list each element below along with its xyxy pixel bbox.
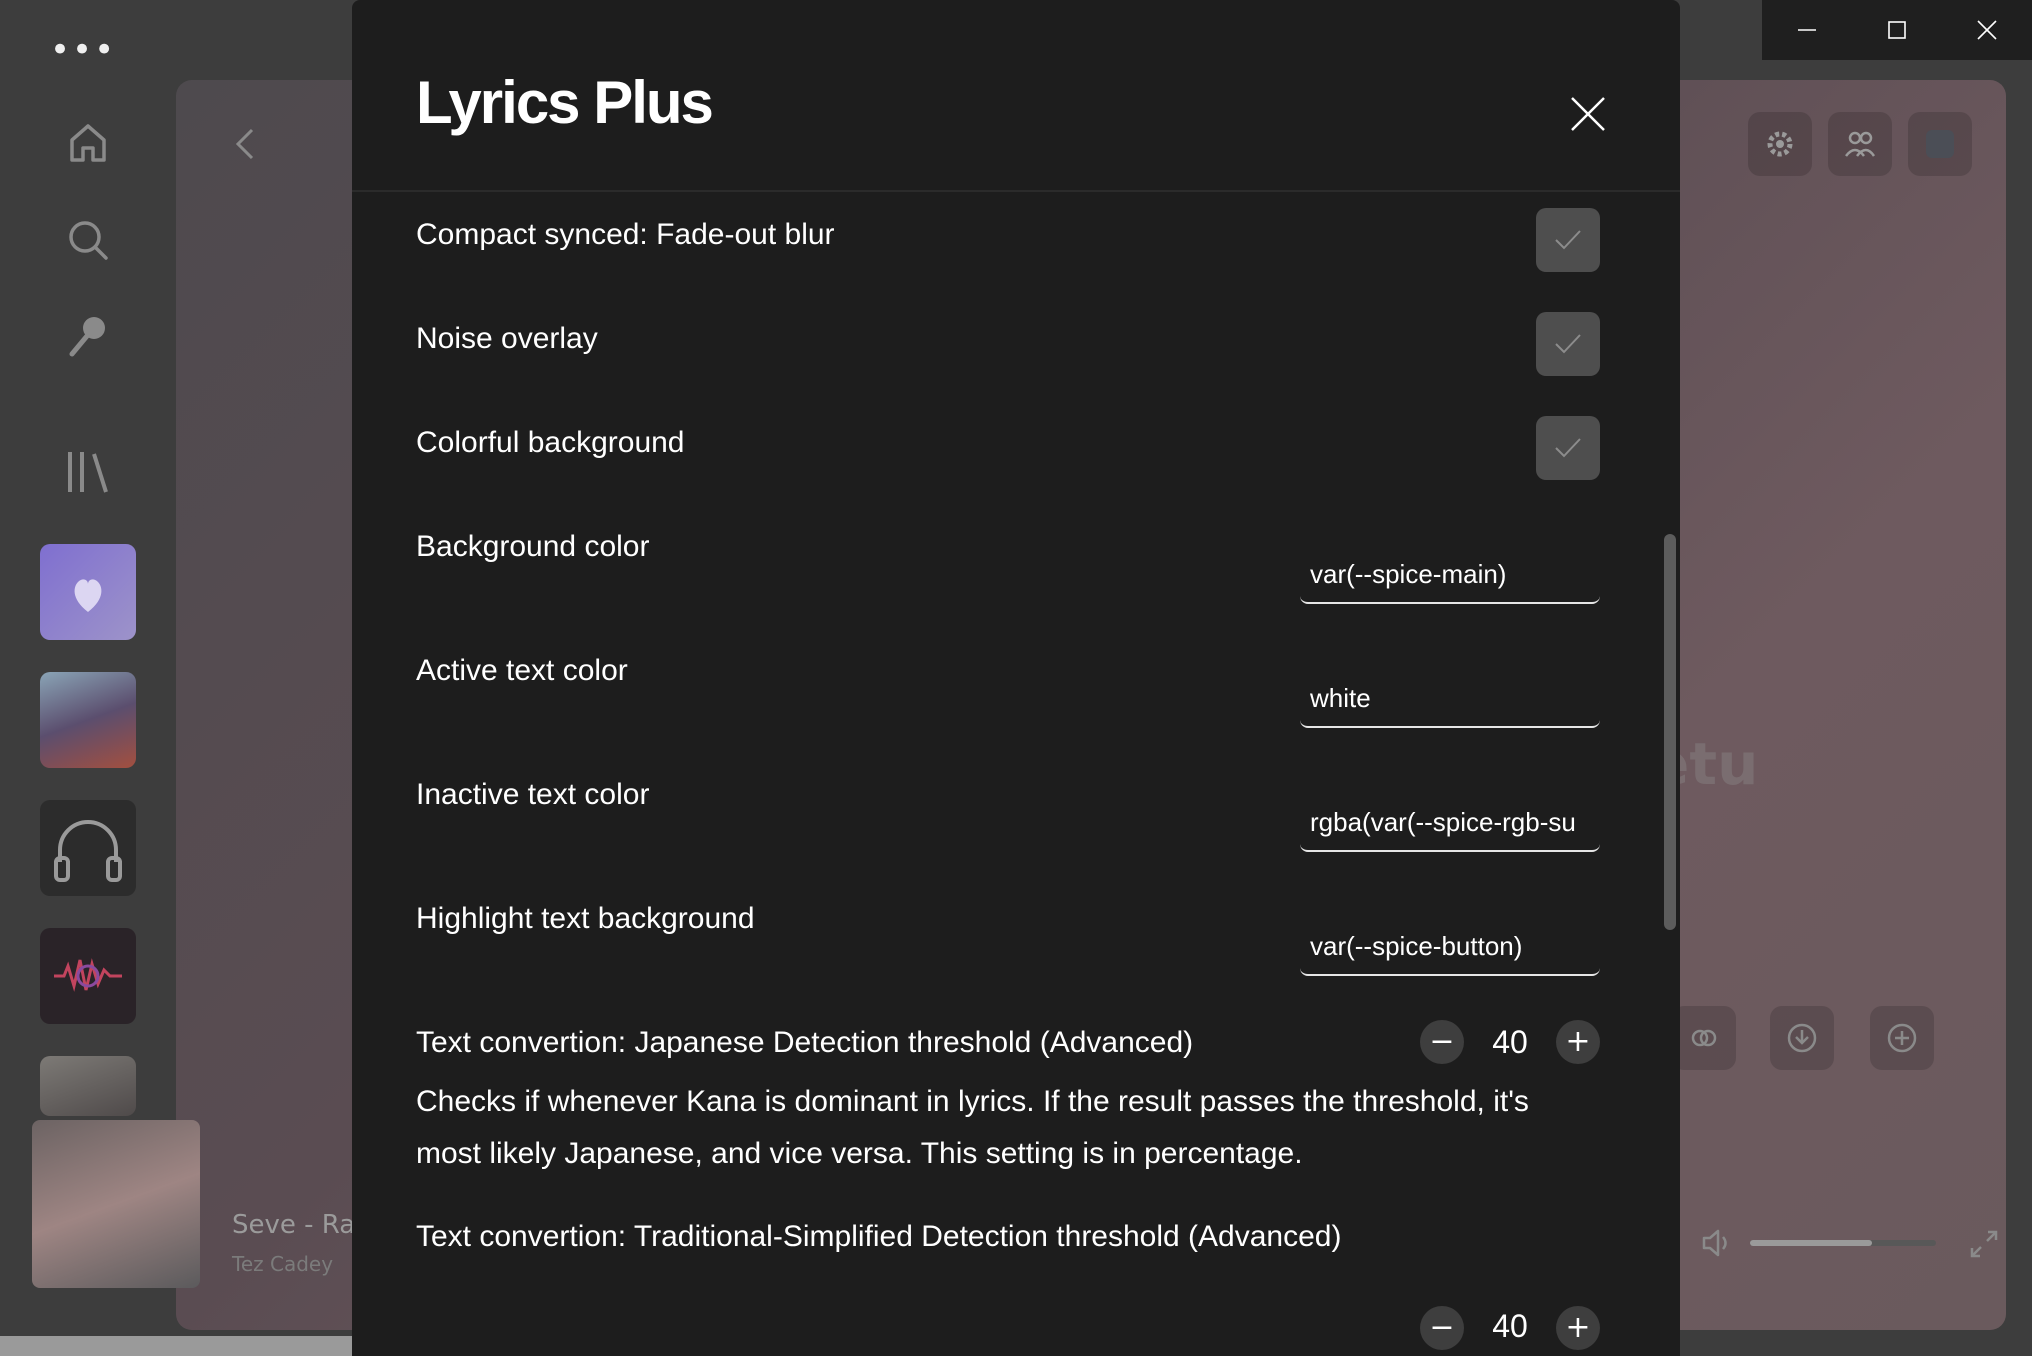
active-text-color-label: Active text color — [416, 654, 628, 687]
highlight-text-background-input[interactable] — [1300, 918, 1600, 976]
home-icon[interactable] — [64, 118, 112, 166]
window-close-button[interactable] — [1942, 0, 2032, 60]
avatar-image-icon — [1926, 130, 1954, 158]
friends-button[interactable] — [1828, 112, 1892, 176]
connect-button[interactable] — [1672, 1006, 1736, 1070]
checkmark-icon — [1555, 230, 1581, 250]
colorful-background-checkbox[interactable] — [1536, 416, 1600, 480]
dialog-scrollbar[interactable] — [1664, 534, 1676, 930]
add-button[interactable] — [1870, 1006, 1934, 1070]
soundwave-playlist-tile[interactable] — [40, 928, 136, 1024]
japanese-threshold-label: Text convertion: Japanese Detection thre… — [416, 1026, 1194, 1059]
soundwave-icon — [54, 958, 122, 992]
traditional-simplified-decrement-button[interactable]: − — [1420, 1306, 1464, 1350]
window-controls — [1762, 0, 2032, 60]
inactive-text-color-label: Inactive text color — [416, 778, 650, 811]
search-icon[interactable] — [64, 216, 112, 264]
active-text-color-input[interactable] — [1300, 670, 1600, 728]
minimize-icon — [1798, 29, 1816, 31]
background-color-input[interactable] — [1300, 546, 1600, 604]
volume-icon[interactable] — [1700, 1226, 1734, 1260]
back-arrow-icon[interactable] — [226, 124, 266, 164]
highlight-text-background-label: Highlight text background — [416, 902, 755, 935]
settings-button[interactable] — [1748, 112, 1812, 176]
minus-icon: − — [1429, 1024, 1455, 1059]
japanese-threshold-value: 40 — [1492, 1024, 1528, 1060]
fullscreen-icon[interactable] — [1968, 1228, 2000, 1260]
window-close-icon — [1977, 20, 1997, 40]
volume-slider[interactable] — [1750, 1240, 1936, 1246]
connect-icon — [1691, 1029, 1717, 1047]
download-button[interactable] — [1770, 1006, 1834, 1070]
plus-icon: + — [1565, 1310, 1591, 1345]
users-icon — [1845, 131, 1876, 157]
plus-icon: + — [1565, 1024, 1591, 1059]
now-playing-title[interactable]: Seve - Ra — [232, 1210, 355, 1240]
headphones-playlist-tile[interactable] — [40, 800, 136, 896]
japanese-threshold-increment-button[interactable]: + — [1556, 1020, 1600, 1064]
library-icon[interactable] — [64, 448, 112, 496]
checkmark-icon — [1555, 334, 1581, 354]
playlist-tile[interactable] — [40, 672, 136, 768]
minus-icon: − — [1429, 1310, 1455, 1345]
minimize-button[interactable] — [1762, 0, 1852, 60]
avatar[interactable] — [1908, 112, 1972, 176]
headphones-icon — [54, 820, 122, 882]
horizontal-scrollbar[interactable] — [0, 1336, 352, 1356]
maximize-icon — [1888, 21, 1906, 39]
dialog-header: Lyrics Plus — [352, 0, 1680, 192]
inactive-text-color-input[interactable] — [1300, 794, 1600, 852]
menu-dots-button[interactable]: ••• — [50, 30, 116, 70]
close-icon[interactable] — [1560, 86, 1616, 142]
heart-icon — [74, 579, 102, 612]
checkmark-icon — [1555, 438, 1581, 458]
japanese-threshold-decrement-button[interactable]: − — [1420, 1020, 1464, 1064]
noise-overlay-checkbox[interactable] — [1536, 312, 1600, 376]
fade-out-blur-checkbox[interactable] — [1536, 208, 1600, 272]
background-color-label: Background color — [416, 530, 650, 563]
maximize-button[interactable] — [1852, 0, 1942, 60]
toggle-label-noise-overlay: Noise overlay — [416, 322, 598, 355]
volume-slider-fill — [1750, 1240, 1872, 1246]
now-playing-artist[interactable]: Tez Cadey — [232, 1252, 333, 1276]
gear-icon — [1767, 131, 1793, 157]
lyrics-plus-settings-dialog: Lyrics Plus Compact synced: Fade-out blu… — [352, 0, 1680, 1356]
microphone-icon[interactable] — [64, 312, 112, 360]
add-circle-icon — [1887, 1023, 1917, 1053]
download-icon — [1787, 1023, 1817, 1053]
traditional-simplified-threshold-label: Text convertion: Traditional-Simplified … — [416, 1220, 1342, 1253]
toggle-label-colorful-background: Colorful background — [416, 426, 685, 459]
toggle-label-fade-out-blur: Compact synced: Fade-out blur — [416, 218, 835, 251]
dialog-title: Lyrics Plus — [416, 69, 714, 136]
traditional-simplified-threshold-value: 40 — [1492, 1308, 1528, 1344]
traditional-simplified-increment-button[interactable]: + — [1556, 1306, 1600, 1350]
japanese-threshold-description: Checks if whenever Kana is dominant in l… — [416, 1085, 1529, 1170]
playlist-tile-2[interactable] — [40, 1056, 136, 1116]
liked-songs-tile[interactable] — [40, 544, 136, 640]
now-playing-artwork[interactable] — [32, 1120, 200, 1288]
